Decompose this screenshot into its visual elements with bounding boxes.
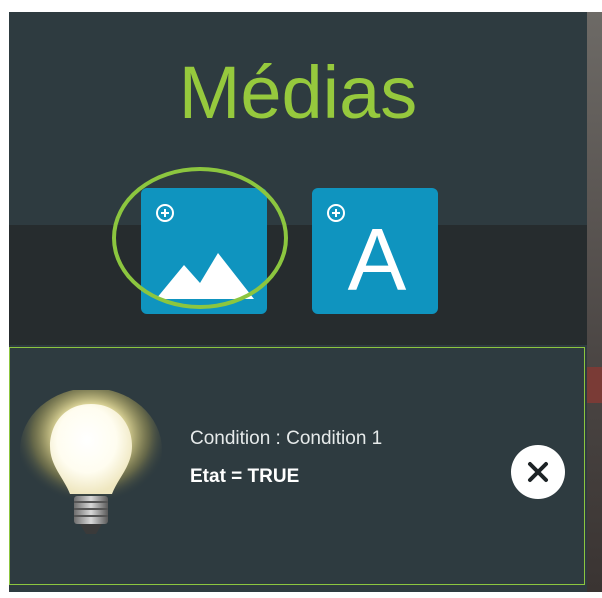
plus-circle-icon xyxy=(327,204,345,222)
condition-label: Condition : Condition 1 xyxy=(190,428,383,449)
screen: Médias A Condition: Condition 1 Etat = … xyxy=(0,0,602,598)
condition-state: Etat = TRUE xyxy=(190,466,300,487)
add-image-button[interactable] xyxy=(141,188,267,314)
background-edge xyxy=(587,12,602,592)
mountain-icon xyxy=(156,253,254,299)
add-text-button[interactable]: A xyxy=(312,188,438,314)
toolbar-band xyxy=(9,225,587,345)
panel-title: Médias xyxy=(178,51,418,134)
condition-card[interactable]: Condition : Condition 1 Etat = TRUE xyxy=(9,347,585,585)
lightbulb-icon xyxy=(20,388,162,558)
plus-circle-icon xyxy=(156,204,174,222)
remove-condition-button[interactable] xyxy=(511,445,565,499)
medias-panel: Médias A Condition: Condition 1 Etat = … xyxy=(9,12,587,592)
close-icon xyxy=(528,462,548,482)
background-red-patch xyxy=(587,367,602,403)
letter-a-icon: A xyxy=(347,210,407,309)
